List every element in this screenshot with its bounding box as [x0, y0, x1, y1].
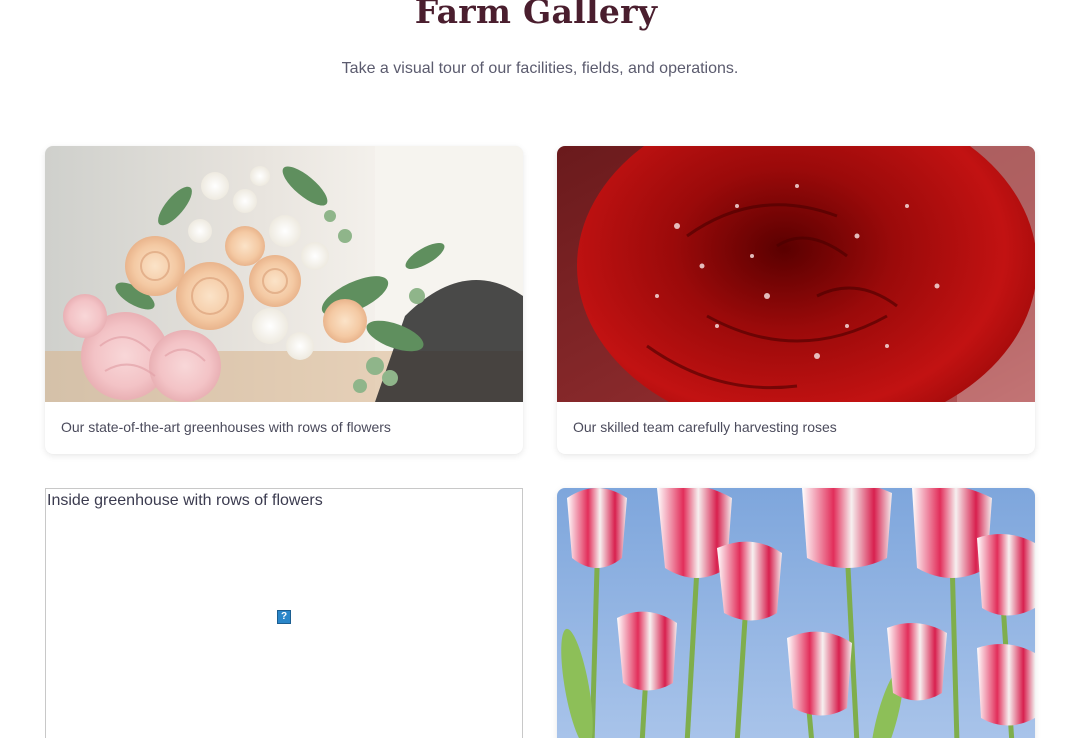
- flower-bouquet-image: [45, 146, 523, 402]
- gallery-card[interactable]: Our state-of-the-art greenhouses with ro…: [45, 146, 523, 454]
- tulips-image: [557, 488, 1035, 738]
- page-subtitle: Take a visual tour of our facilities, fi…: [341, 60, 739, 77]
- red-rose-image: [557, 146, 1035, 402]
- broken-image-icon: ?: [277, 610, 291, 624]
- card-caption: Our state-of-the-art greenhouses with ro…: [61, 419, 391, 435]
- page-title: Farm Gallery: [414, 0, 658, 31]
- gallery-card[interactable]: Our skilled team carefully harvesting ro…: [557, 146, 1035, 454]
- image-alt-text: Inside greenhouse with rows of flowers: [47, 492, 323, 509]
- broken-image: Inside greenhouse with rows of flowers ?: [45, 488, 523, 738]
- gallery-card[interactable]: [557, 488, 1035, 738]
- card-caption: Our skilled team carefully harvesting ro…: [573, 419, 837, 435]
- gallery-card[interactable]: Inside greenhouse with rows of flowers ?: [45, 488, 523, 738]
